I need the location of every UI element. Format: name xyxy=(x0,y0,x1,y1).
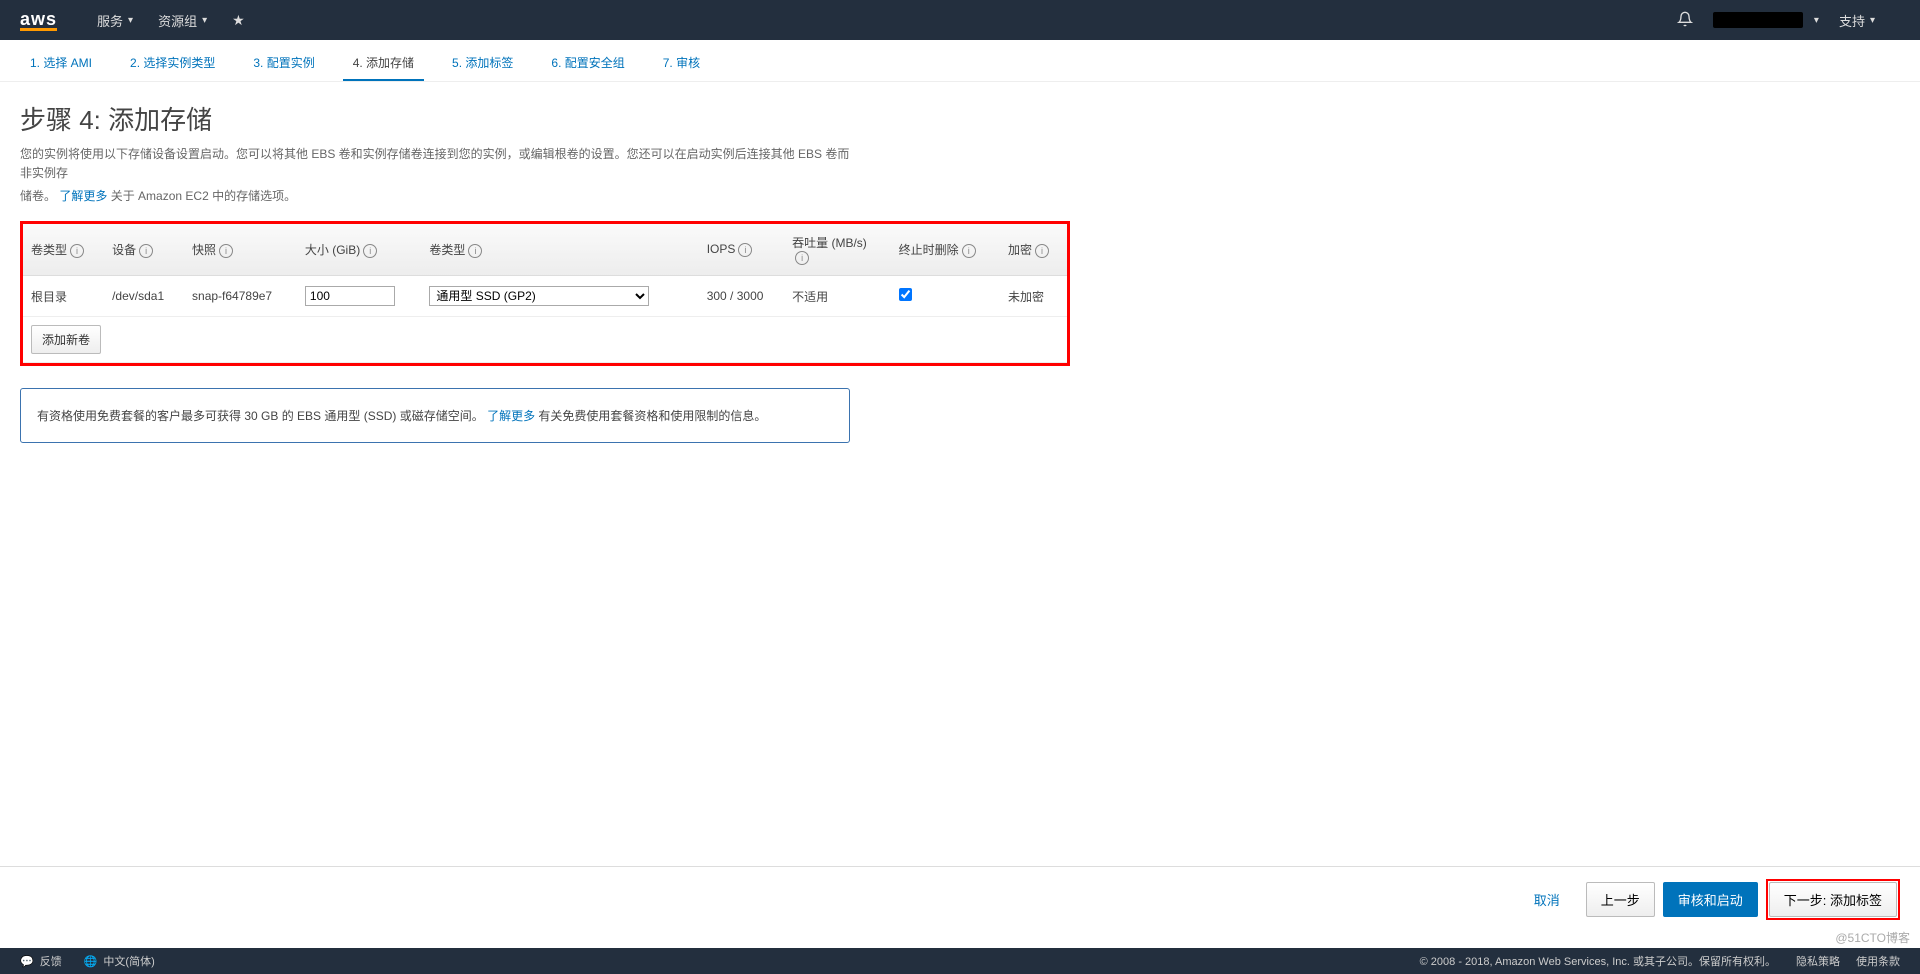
col-volume-type: 卷类型i xyxy=(23,224,104,276)
info-icon[interactable]: i xyxy=(962,244,976,258)
cell-device: /dev/sda1 xyxy=(104,276,184,317)
terms-link[interactable]: 使用条款 xyxy=(1856,953,1900,969)
services-label: 服务 xyxy=(97,11,123,30)
add-volume-button[interactable]: 添加新卷 xyxy=(31,325,101,354)
col-device: 设备i xyxy=(104,224,184,276)
delete-on-termination-checkbox[interactable] xyxy=(899,288,912,301)
col-size: 大小 (GiB)i xyxy=(297,224,422,276)
wizard-step-6[interactable]: 6. 配置安全组 xyxy=(541,48,634,81)
footer-actions: 取消 上一步 审核和启动 下一步: 添加标签 xyxy=(0,866,1920,932)
info-icon[interactable]: i xyxy=(795,251,809,265)
privacy-link[interactable]: 隐私策略 xyxy=(1796,953,1840,969)
cell-encrypt: 未加密 xyxy=(1000,276,1067,317)
storage-table: 卷类型i 设备i 快照i 大小 (GiB)i 卷类型i IOPSi 吞吐量 (M… xyxy=(23,224,1067,364)
cell-iops: 300 / 3000 xyxy=(699,276,784,317)
col-volume-kind: 卷类型i xyxy=(421,224,698,276)
desc-suffix: 关于 Amazon EC2 中的存储选项。 xyxy=(111,189,296,203)
services-menu[interactable]: 服务 ▾ xyxy=(97,11,133,30)
top-nav: aws 服务 ▾ 资源组 ▾ ★ ▾ 支持 ▾ xyxy=(0,0,1920,40)
desc-prefix: 储卷。 xyxy=(20,189,56,203)
watermark: @51CTO博客 xyxy=(1835,929,1910,946)
chat-icon: 💬 xyxy=(20,955,34,968)
next-highlight-box: 下一步: 添加标签 xyxy=(1766,879,1900,920)
cell-throughput: 不适用 xyxy=(784,276,891,317)
add-volume-row: 添加新卷 xyxy=(23,317,1067,363)
info-icon[interactable]: i xyxy=(139,244,153,258)
table-row: 根目录 /dev/sda1 snap-f64789e7 通用型 SSD (GP2… xyxy=(23,276,1067,317)
col-iops: IOPSi xyxy=(699,224,784,276)
cell-size xyxy=(297,276,422,317)
language-selector[interactable]: 🌐 中文(简体) xyxy=(84,953,155,969)
feedback-link[interactable]: 💬 反馈 xyxy=(20,953,62,969)
resource-groups-menu[interactable]: 资源组 ▾ xyxy=(158,11,207,30)
info-icon[interactable]: i xyxy=(468,244,482,258)
page-description-1: 您的实例将使用以下存储设备设置启动。您可以将其他 EBS 卷和实例存储卷连接到您… xyxy=(20,145,860,183)
cancel-button[interactable]: 取消 xyxy=(1534,890,1560,909)
chevron-down-icon: ▾ xyxy=(202,15,207,26)
notifications-icon[interactable] xyxy=(1677,11,1693,30)
cell-volume-type: 根目录 xyxy=(23,276,104,317)
cell-snapshot: snap-f64789e7 xyxy=(184,276,297,317)
aws-logo[interactable]: aws xyxy=(20,10,57,31)
wizard-step-7[interactable]: 7. 审核 xyxy=(653,48,710,81)
col-throughput: 吞吐量 (MB/s)i xyxy=(784,224,891,276)
info-icon[interactable]: i xyxy=(738,243,752,257)
info-learn-more-link[interactable]: 了解更多 xyxy=(487,409,535,423)
info-icon[interactable]: i xyxy=(219,244,233,258)
support-label: 支持 xyxy=(1839,11,1865,30)
info-icon[interactable]: i xyxy=(363,244,377,258)
storage-highlight-box: 卷类型i 设备i 快照i 大小 (GiB)i 卷类型i IOPSi 吞吐量 (M… xyxy=(20,221,1070,367)
chevron-down-icon: ▾ xyxy=(1870,15,1875,26)
info-icon[interactable]: i xyxy=(70,244,84,258)
chevron-down-icon: ▾ xyxy=(1814,15,1819,26)
page-content: 步骤 4: 添加存储 您的实例将使用以下存储设备设置启动。您可以将其他 EBS … xyxy=(0,82,1090,461)
resource-groups-label: 资源组 xyxy=(158,11,197,30)
col-snapshot: 快照i xyxy=(184,224,297,276)
globe-icon: 🌐 xyxy=(84,955,98,968)
info-text-after: 有关免费使用套餐资格和使用限制的信息。 xyxy=(538,409,766,423)
free-tier-info-panel: 有资格使用免费套餐的客户最多可获得 30 GB 的 EBS 通用型 (SSD) … xyxy=(20,388,850,443)
wizard-step-1[interactable]: 1. 选择 AMI xyxy=(20,48,102,81)
language-label: 中文(简体) xyxy=(103,953,154,969)
copyright-text: © 2008 - 2018, Amazon Web Services, Inc.… xyxy=(1420,953,1776,969)
wizard-step-3[interactable]: 3. 配置实例 xyxy=(243,48,324,81)
wizard-step-5[interactable]: 5. 添加标签 xyxy=(442,48,523,81)
cell-delete xyxy=(891,276,1000,317)
wizard-step-4[interactable]: 4. 添加存储 xyxy=(343,48,424,81)
pin-icon[interactable]: ★ xyxy=(232,12,245,29)
volume-type-select[interactable]: 通用型 SSD (GP2) xyxy=(429,286,649,306)
chevron-down-icon: ▾ xyxy=(128,15,133,26)
account-menu[interactable] xyxy=(1713,12,1803,28)
review-launch-button[interactable]: 审核和启动 xyxy=(1663,882,1758,917)
col-delete: 终止时删除i xyxy=(891,224,1000,276)
learn-more-link[interactable]: 了解更多 xyxy=(59,189,107,203)
page-description-2: 储卷。 了解更多 关于 Amazon EC2 中的存储选项。 xyxy=(20,187,860,206)
wizard-steps: 1. 选择 AMI 2. 选择实例类型 3. 配置实例 4. 添加存储 5. 添… xyxy=(0,40,1920,82)
col-encrypt: 加密i xyxy=(1000,224,1067,276)
bottom-bar: 💬 反馈 🌐 中文(简体) © 2008 - 2018, Amazon Web … xyxy=(0,948,1920,974)
next-button[interactable]: 下一步: 添加标签 xyxy=(1769,882,1897,917)
wizard-step-2[interactable]: 2. 选择实例类型 xyxy=(120,48,225,81)
info-icon[interactable]: i xyxy=(1035,244,1049,258)
cell-volume-kind: 通用型 SSD (GP2) xyxy=(421,276,698,317)
previous-button[interactable]: 上一步 xyxy=(1586,882,1655,917)
page-title: 步骤 4: 添加存储 xyxy=(20,100,1070,137)
info-text-before: 有资格使用免费套餐的客户最多可获得 30 GB 的 EBS 通用型 (SSD) … xyxy=(37,409,484,423)
support-menu[interactable]: 支持 ▾ xyxy=(1839,11,1875,30)
size-input[interactable] xyxy=(305,286,395,306)
feedback-label: 反馈 xyxy=(40,953,62,969)
